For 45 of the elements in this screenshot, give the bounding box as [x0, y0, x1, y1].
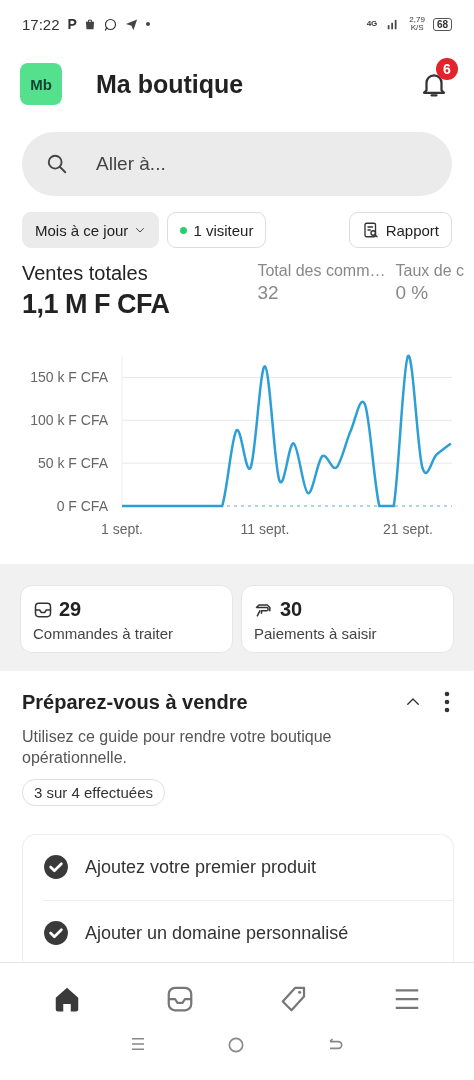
task-label: Paiements à saisir: [254, 625, 378, 642]
task-count: 30: [280, 598, 303, 621]
status-time: 17:22: [22, 15, 60, 33]
x-axis-label: 1 sept.: [101, 521, 143, 537]
report-icon: [361, 221, 380, 239]
stat-value: 32: [257, 282, 280, 304]
y-axis-label: 150 k F CFA: [30, 369, 108, 386]
report-button[interactable]: Rapport: [348, 212, 452, 248]
chat-icon: [102, 16, 118, 32]
step-label: Ajouter un domaine personnalisé: [85, 922, 349, 944]
check-circle-icon[interactable]: [43, 854, 69, 881]
network-label: 4G: [366, 20, 378, 28]
step-label: Ajoutez votre premier produit: [85, 856, 317, 878]
stat-value: 1,1 M F CFA: [22, 289, 171, 320]
stat-label: Total des comm…: [257, 262, 386, 280]
search-field[interactable]: Aller à...: [22, 132, 452, 196]
search-icon: [46, 153, 68, 175]
notification-badge: 6: [436, 58, 458, 80]
speed-unit: K/S: [410, 24, 424, 32]
speed-value: 2,79: [409, 16, 425, 24]
store-avatar[interactable]: Mb: [20, 63, 62, 105]
task-count: 29: [59, 598, 82, 621]
battery-level: 68: [432, 17, 452, 31]
stat-value: 0 %: [395, 282, 430, 304]
x-axis-label: 11 sept.: [240, 521, 290, 537]
stat-label: Ventes totales: [22, 262, 149, 285]
task-card[interactable]: 30 Paiements à saisir: [241, 585, 454, 653]
home-circle-icon[interactable]: [226, 1035, 246, 1055]
stat-label: Taux de c: [395, 262, 464, 280]
dot-icon: [144, 21, 151, 27]
visitors-button[interactable]: 1 visiteur: [167, 212, 267, 248]
store-title: Ma boutique: [96, 69, 245, 99]
period-dropdown[interactable]: Mois à ce jour: [22, 212, 160, 248]
notification-icon: P: [67, 16, 77, 32]
guide-description: Utilisez ce guide pour rendre votre boutique opérationnelle.: [22, 727, 333, 768]
y-axis-label: 0 F CFA: [56, 498, 108, 514]
check-circle-icon[interactable]: [43, 920, 69, 947]
guide-title: Préparez-vous à vendre: [22, 690, 249, 714]
progress-label: 3 sur 4 effectuées: [22, 778, 165, 806]
task-label: Commandes à traiter: [33, 625, 175, 642]
y-axis-label: 50 k F CFA: [37, 455, 108, 472]
x-axis-label: 21 sept.: [383, 521, 433, 537]
more-icon: [444, 691, 450, 713]
y-axis-label: 100 k F CFA: [30, 412, 108, 429]
task-card[interactable]: 29 Commandes à traiter: [20, 585, 233, 653]
